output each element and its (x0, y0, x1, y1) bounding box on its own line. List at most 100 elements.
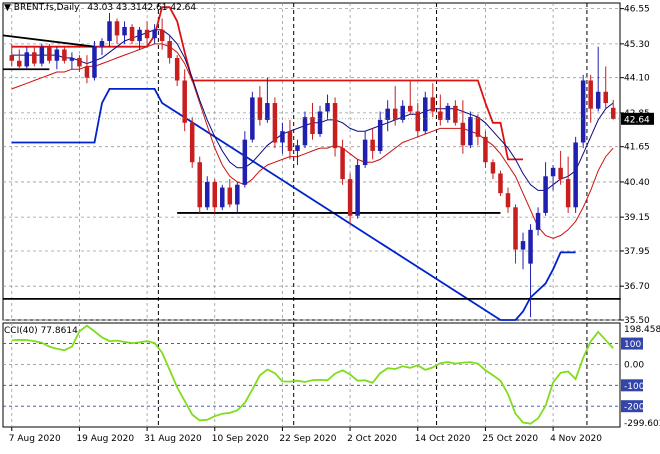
candle-body (204, 181, 210, 208)
candle-body (257, 97, 263, 120)
price-tick-label: 46.55 (624, 5, 650, 15)
candle-body (445, 105, 451, 120)
candle-body (129, 26, 135, 42)
candle-body (377, 119, 383, 151)
candle-body (340, 148, 345, 180)
candle-body (565, 179, 571, 208)
candle-body (137, 29, 142, 42)
candle-body (513, 207, 518, 250)
candle-body (498, 173, 503, 194)
candle-body (24, 52, 30, 67)
x-tick-label: 22 Sep 2020 (279, 434, 336, 444)
cci-header: CCI(40) 77.8614 (4, 326, 78, 336)
candle-body (99, 41, 105, 47)
candle-body (573, 142, 578, 208)
candle-body (543, 176, 548, 213)
price-tick-label: 36.70 (624, 282, 650, 292)
candle-body (107, 21, 112, 42)
candle-body (347, 179, 353, 216)
candle-body (39, 46, 45, 64)
cci-tick-label: -299.603 (624, 419, 660, 429)
candle-body (265, 103, 270, 120)
candle-body (167, 41, 172, 58)
chart-root: 46.5545.3044.1042.8541.6540.4039.1537.95… (0, 0, 660, 450)
candle-body (235, 184, 240, 205)
candle-body (453, 105, 458, 123)
price-tick-label: 37.95 (624, 247, 650, 257)
cci-tick-label: 0.00 (624, 360, 644, 370)
candle-body (47, 46, 52, 61)
candle-body (528, 229, 533, 264)
candle-body (430, 97, 436, 112)
candle-body (77, 57, 82, 67)
candle-body (17, 60, 22, 67)
candle-body (317, 111, 323, 135)
candle-body (520, 241, 526, 250)
x-tick-label: 31 Aug 2020 (144, 434, 202, 444)
candle-body (407, 105, 413, 112)
candle-body (69, 57, 75, 61)
candle-body (490, 162, 496, 174)
high-value: 43.31 (115, 3, 142, 13)
candle-body (220, 187, 225, 208)
candle-body (332, 103, 338, 149)
price-tick-label: 45.30 (624, 40, 650, 50)
candle-body (468, 117, 473, 146)
candle-body (62, 49, 67, 61)
price-header: ▼ BRENT.fs,Daily 43.03 43.3142.61 42.64 (4, 3, 196, 13)
x-tick-label: 7 Aug 2020 (9, 434, 61, 444)
candle-body (84, 66, 90, 78)
candle-body (212, 181, 218, 208)
current-price-label: 42.64 (624, 115, 650, 125)
price-tick-label: 44.10 (624, 74, 650, 84)
cci-label: CCI(40) (4, 326, 38, 336)
candle-body (580, 80, 586, 143)
candle-body (114, 21, 120, 36)
symbol-label: BRENT.fs,Daily (13, 3, 80, 13)
candle-body (415, 111, 421, 132)
candle-body (242, 139, 248, 185)
candle-body (92, 46, 97, 78)
candle-body (54, 49, 60, 61)
candle-body (122, 26, 127, 36)
candle-body (152, 29, 157, 39)
x-tick-label: 2 Oct 2020 (347, 434, 397, 444)
cci-tick-label: -200 (624, 403, 645, 413)
price-tick-label: 41.65 (624, 143, 650, 153)
candle-body (295, 145, 300, 151)
candle-body (400, 105, 405, 120)
candle-body (189, 122, 195, 163)
candle-body (32, 52, 37, 64)
cci-value: 77.8614 (40, 326, 78, 336)
candle-body (302, 117, 308, 146)
candle-body (550, 167, 556, 177)
candle-body (505, 193, 511, 208)
slow-moving-average (11, 43, 614, 239)
candle-body (588, 80, 593, 109)
candle-body (362, 139, 368, 166)
candle-body (392, 108, 398, 120)
candle-body (558, 167, 563, 180)
candle-body (182, 80, 187, 123)
x-tick-label: 4 Nov 2020 (550, 434, 602, 444)
cci-tick-label: 100 (624, 340, 641, 350)
x-tick-label: 14 Oct 2020 (415, 434, 471, 444)
x-tick-label: 19 Aug 2020 (76, 434, 134, 444)
cci-tick-label: 198.4581 (624, 325, 660, 335)
symbol-marker-icon[interactable]: ▼ (4, 3, 11, 13)
candle-body (174, 57, 180, 81)
close-value: 42.64 (170, 3, 197, 13)
open-value: 43.03 (87, 3, 114, 13)
candle-body (325, 103, 330, 112)
candle-body (460, 122, 466, 146)
candle-body (370, 139, 375, 151)
candle-body (603, 91, 608, 104)
x-tick-label: 10 Sep 2020 (212, 434, 269, 444)
candle-body (227, 187, 233, 205)
candle-body (197, 162, 202, 208)
candle-body (355, 165, 360, 216)
candle-body (159, 29, 165, 42)
candle-body (310, 117, 315, 135)
chart-canvas: 46.5545.3044.1042.8541.6540.4039.1537.95… (2, 2, 660, 444)
candle-body (483, 136, 488, 163)
